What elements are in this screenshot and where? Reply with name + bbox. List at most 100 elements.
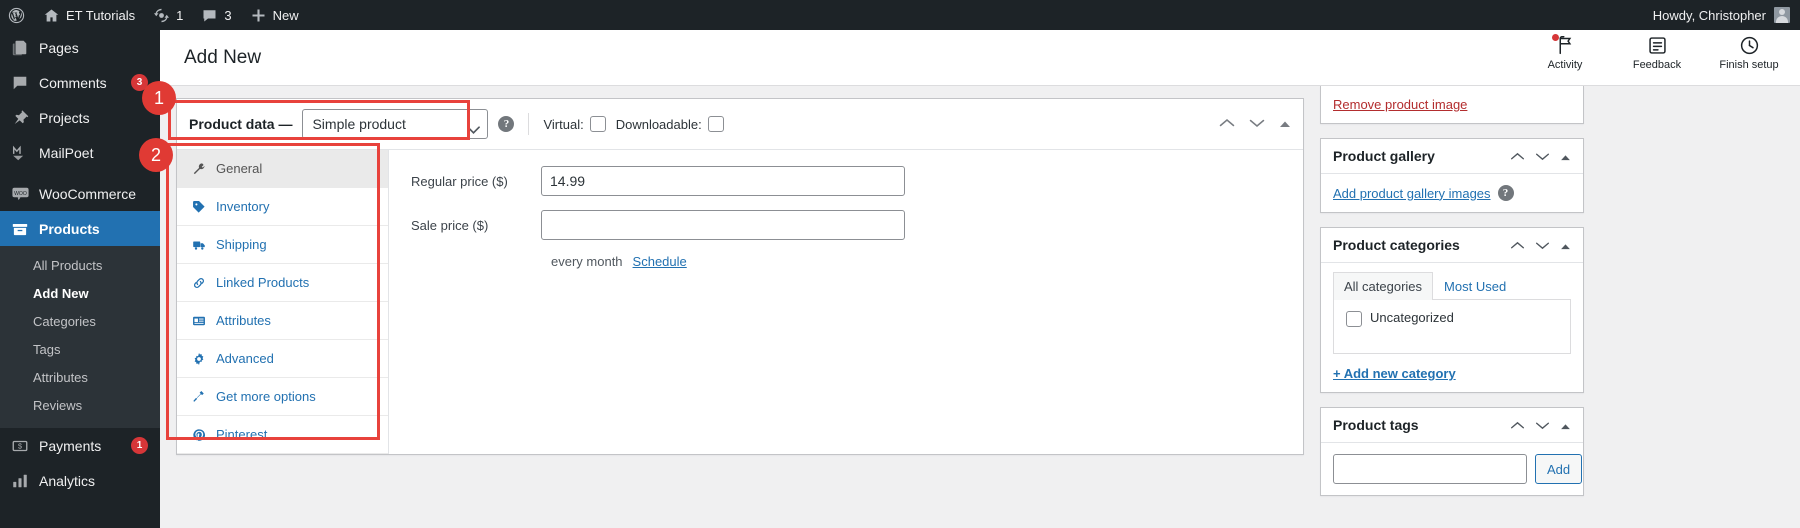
product-data-tabs: General Inventory Shipping Linked Produc…: [177, 150, 389, 454]
submenu-item-reviews[interactable]: Reviews: [0, 392, 160, 420]
general-panel: Regular price ($) Sale price ($) every m…: [389, 150, 1303, 454]
move-up-icon[interactable]: [1510, 148, 1525, 164]
postbox-controls: [1510, 237, 1571, 253]
wordpress-icon: [8, 7, 25, 24]
activity-button[interactable]: Activity: [1532, 33, 1598, 71]
activity-icon: [1551, 33, 1576, 57]
move-up-icon[interactable]: [1219, 115, 1235, 133]
toggle-panel-icon[interactable]: [1279, 115, 1291, 133]
tab-label: Linked Products: [216, 275, 310, 290]
tab-attributes[interactable]: Attributes: [177, 302, 388, 340]
wordpress-logo-button[interactable]: [0, 0, 34, 30]
annotation-badge-1: 1: [142, 81, 176, 115]
products-submenu: All Products Add New Categories Tags Att…: [0, 246, 160, 428]
analytics-icon: [10, 471, 30, 491]
product-type-select-wrap: Simple product: [302, 109, 489, 139]
avatar: [1774, 7, 1790, 23]
tab-label: Advanced: [216, 351, 274, 366]
regular-price-input[interactable]: [541, 166, 905, 196]
sidebar-item-label: Analytics: [39, 472, 96, 489]
sidebar-item-analytics[interactable]: Analytics: [0, 463, 160, 498]
products-icon: [10, 219, 30, 239]
updates-button[interactable]: 1: [144, 0, 192, 30]
add-product-gallery-images-link[interactable]: Add product gallery images: [1333, 186, 1491, 201]
updates-icon: [153, 7, 170, 24]
add-new-category-link[interactable]: + Add new category: [1333, 366, 1571, 381]
sidebar-item-comments[interactable]: Comments 3: [0, 65, 160, 100]
move-down-icon[interactable]: [1249, 115, 1265, 133]
tab-shipping[interactable]: Shipping: [177, 226, 388, 264]
main-column: Product data — Simple product ? Virtual:…: [176, 98, 1304, 510]
sidebar-item-payments[interactable]: $ Payments 1: [0, 428, 160, 463]
tab-general[interactable]: General: [177, 150, 388, 188]
submenu-item-categories[interactable]: Categories: [0, 308, 160, 336]
product-type-select[interactable]: Simple product: [302, 109, 489, 139]
tab-inventory[interactable]: Inventory: [177, 188, 388, 226]
tab-linked-products[interactable]: Linked Products: [177, 264, 388, 302]
tab-get-more-options[interactable]: Get more options: [177, 378, 388, 416]
sidebar-item-woocommerce[interactable]: WOO WooCommerce: [0, 176, 160, 211]
sale-price-input[interactable]: [541, 210, 905, 240]
move-up-icon[interactable]: [1510, 417, 1525, 433]
tab-advanced[interactable]: Advanced: [177, 340, 388, 378]
sidebar-item-products[interactable]: Products: [0, 211, 160, 246]
admin-bar-left: ET Tutorials 1 3 New: [0, 0, 308, 30]
comments-button[interactable]: 3: [192, 0, 240, 30]
help-icon[interactable]: ?: [498, 116, 515, 132]
feedback-button[interactable]: Feedback: [1624, 33, 1690, 71]
move-up-icon[interactable]: [1510, 237, 1525, 253]
my-account-button[interactable]: Howdy, Christopher: [1653, 7, 1800, 23]
work-area: Product data — Simple product ? Virtual:…: [160, 86, 1800, 510]
submenu-item-add-new[interactable]: Add New: [0, 280, 160, 308]
sidebar-item-label: WooCommerce: [39, 185, 136, 202]
add-tag-button[interactable]: Add: [1535, 454, 1583, 484]
remove-product-image-link[interactable]: Remove product image: [1333, 97, 1467, 112]
help-icon[interactable]: ?: [1497, 185, 1514, 201]
regular-price-row: Regular price ($): [401, 166, 1291, 196]
product-tag-input[interactable]: [1333, 454, 1527, 484]
move-down-icon[interactable]: [1535, 237, 1550, 253]
svg-text:WOO: WOO: [14, 191, 27, 197]
downloadable-checkbox[interactable]: [707, 116, 724, 132]
virtual-field[interactable]: Virtual:: [543, 116, 606, 132]
submenu-item-tags[interactable]: Tags: [0, 336, 160, 364]
admin-sidebar: Pages Comments 3 Projects MailPoet WOO W…: [0, 30, 160, 528]
home-icon: [43, 7, 60, 24]
virtual-checkbox[interactable]: [589, 116, 606, 132]
sale-price-label: Sale price ($): [411, 217, 489, 233]
toggle-panel-icon[interactable]: [1560, 237, 1571, 253]
product-gallery-title: Product gallery: [1333, 148, 1435, 164]
feedback-icon: [1647, 33, 1668, 57]
pages-icon: [10, 38, 30, 58]
move-down-icon[interactable]: [1535, 417, 1550, 433]
new-content-button[interactable]: New: [241, 0, 308, 30]
feedback-label: Feedback: [1632, 59, 1682, 71]
category-checkbox-uncategorized[interactable]: [1346, 311, 1362, 327]
product-categories-box: Product categories All categories Most U…: [1320, 227, 1584, 393]
regular-price-label: Regular price ($): [411, 173, 508, 189]
submenu-item-all-products[interactable]: All Products: [0, 252, 160, 280]
product-tags-title: Product tags: [1333, 417, 1419, 433]
submenu-item-attributes[interactable]: Attributes: [0, 364, 160, 392]
product-data-postbox: Product data — Simple product ? Virtual:…: [176, 98, 1304, 455]
sidebar-item-projects[interactable]: Projects: [0, 100, 160, 135]
toggle-panel-icon[interactable]: [1560, 148, 1571, 164]
schedule-link[interactable]: Schedule: [633, 254, 687, 269]
sidebar-item-mailpoet[interactable]: MailPoet: [0, 135, 160, 170]
move-down-icon[interactable]: [1535, 148, 1550, 164]
product-data-body: General Inventory Shipping Linked Produc…: [177, 150, 1303, 454]
site-name-button[interactable]: ET Tutorials: [34, 0, 144, 30]
sidebar-item-pages[interactable]: Pages: [0, 30, 160, 65]
tab-pinterest[interactable]: Pinterest: [177, 416, 388, 454]
tab-label: General: [216, 161, 263, 176]
downloadable-field[interactable]: Downloadable:: [616, 116, 724, 132]
annotation-number: 1: [153, 87, 164, 108]
comments-icon: [10, 73, 30, 93]
gear-icon: [191, 352, 207, 366]
toggle-panel-icon[interactable]: [1560, 417, 1571, 433]
tab-all-categories[interactable]: All categories: [1333, 272, 1434, 300]
product-categories-body: All categories Most Used Uncategorized +…: [1321, 263, 1583, 392]
finish-setup-button[interactable]: Finish setup: [1716, 33, 1782, 71]
divider: [528, 113, 530, 135]
tab-most-used[interactable]: Most Used: [1433, 272, 1517, 300]
